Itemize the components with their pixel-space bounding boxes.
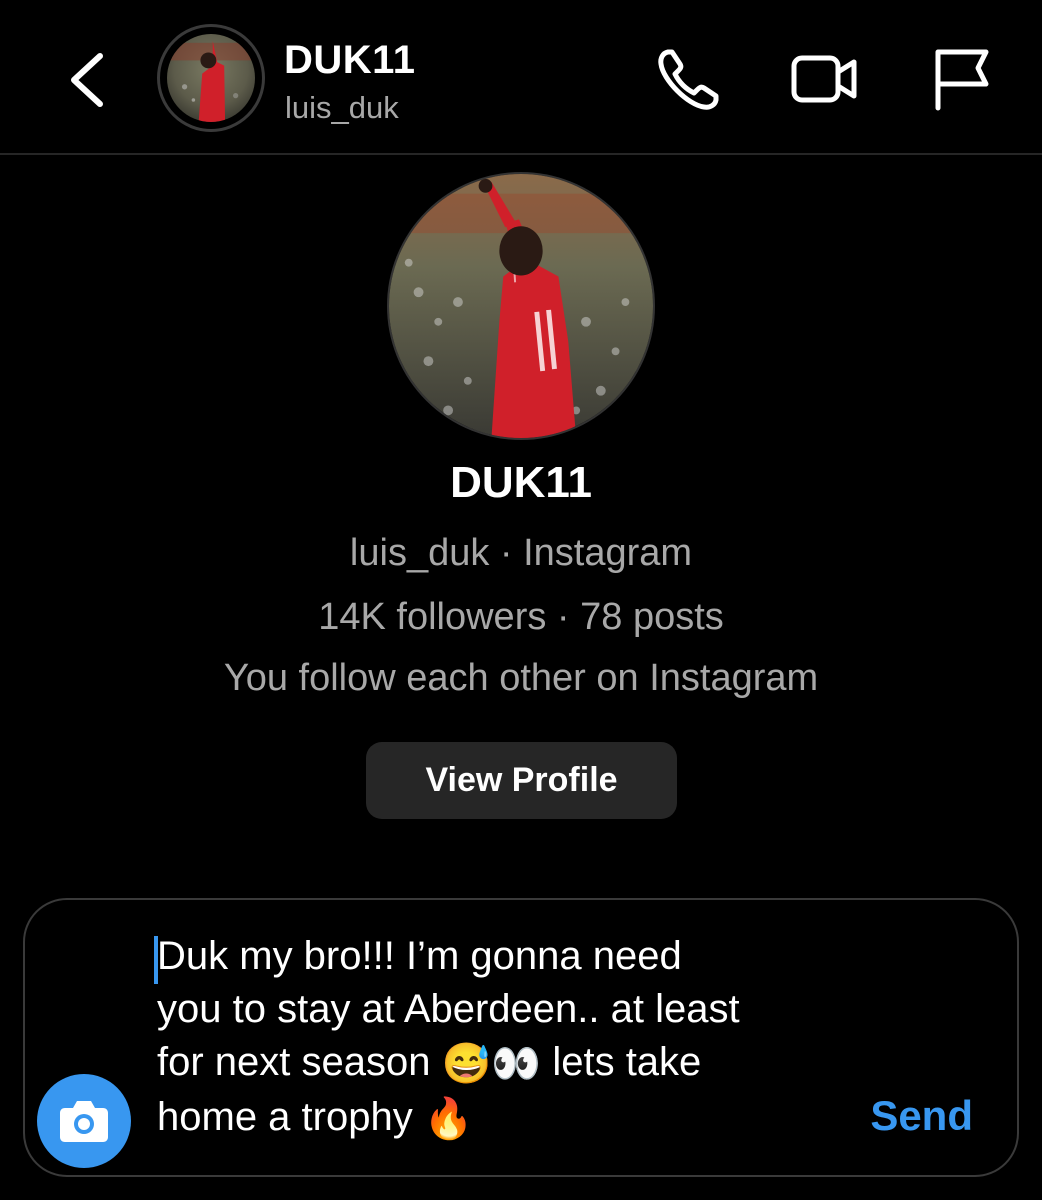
sweat-smile-eyes-emoji: 😅👀 <box>441 1041 542 1086</box>
message-line-3-start: for next season <box>157 1040 442 1084</box>
header-avatar-photo <box>167 34 255 122</box>
phone-icon <box>658 49 719 110</box>
header-username[interactable]: luis_duk <box>285 90 399 126</box>
video-camera-icon <box>791 55 857 103</box>
message-composer: Duk my bro!!! I’m gonna need you to stay … <box>23 898 1019 1177</box>
send-button[interactable]: Send <box>870 1092 973 1140</box>
camera-icon <box>60 1101 108 1142</box>
message-line-4-start: home a trophy <box>157 1094 424 1139</box>
message-line-1: Duk my bro!!! I’m gonna need <box>157 934 682 978</box>
flag-icon <box>935 49 989 111</box>
fire-emoji: 🔥 <box>423 1096 474 1141</box>
message-line-3-end: lets take <box>541 1040 702 1084</box>
message-input[interactable]: Duk my bro!!! I’m gonna need you to stay … <box>157 930 837 1146</box>
video-call-button[interactable] <box>790 44 860 114</box>
profile-mutual-line: You follow each other on Instagram <box>223 657 819 699</box>
message-line-2: you to stay at Aberdeen.. at least <box>157 987 740 1031</box>
chat-header: DUK11 luis_duk <box>0 0 1042 155</box>
header-display-name[interactable]: DUK11 <box>284 38 415 83</box>
back-chevron-icon <box>71 53 103 107</box>
camera-button[interactable] <box>37 1074 131 1168</box>
header-avatar[interactable] <box>157 24 265 132</box>
back-button[interactable] <box>62 50 118 110</box>
audio-call-button[interactable] <box>654 44 724 114</box>
profile-photo[interactable] <box>387 172 655 440</box>
message-line-3: for next season 😅👀 lets take <box>157 1036 837 1091</box>
profile-username-line: luis_duk · Instagram <box>349 532 693 574</box>
profile-stats-line: 14K followers · 78 posts <box>318 596 724 638</box>
view-profile-button[interactable]: View Profile <box>366 742 677 819</box>
profile-photo-image <box>389 174 653 438</box>
report-button[interactable] <box>926 44 996 114</box>
message-line-4: home a trophy 🔥 <box>157 1091 837 1146</box>
profile-display-name: DUK11 <box>450 458 592 507</box>
